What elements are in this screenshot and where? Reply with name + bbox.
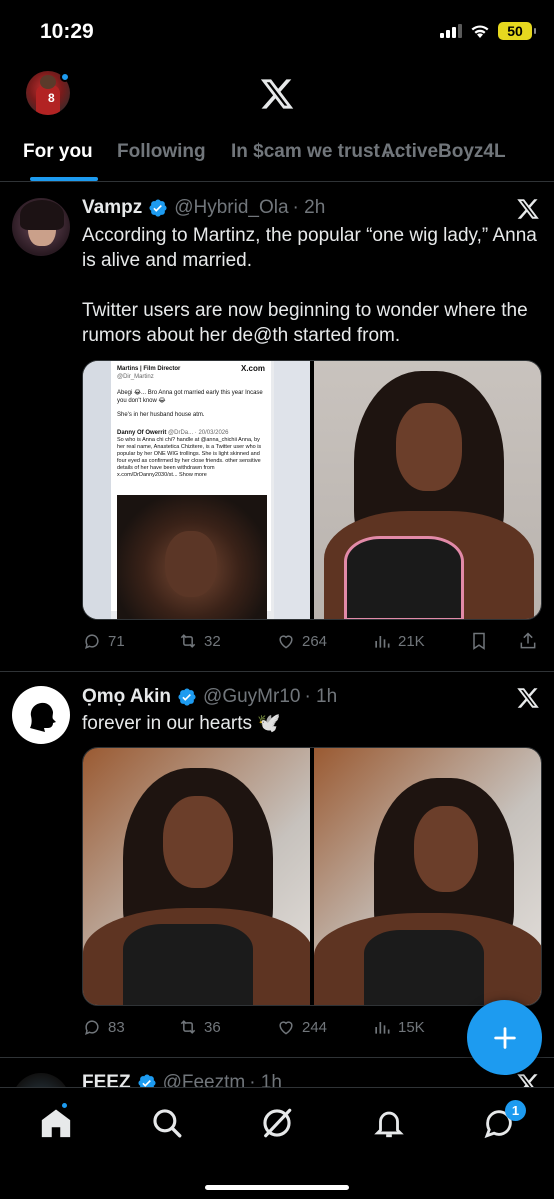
- notification-dot: [60, 72, 70, 82]
- status-time: 10:29: [40, 20, 94, 43]
- share-icon[interactable]: [518, 631, 538, 651]
- repost-count: 36: [204, 1018, 221, 1036]
- messages-badge: 1: [505, 1100, 526, 1121]
- active-tab-indicator: [30, 177, 98, 181]
- compose-post-button[interactable]: [467, 1000, 542, 1075]
- post-handle[interactable]: @GuyMr10: [203, 686, 300, 708]
- x-logo-icon[interactable]: [259, 76, 295, 112]
- views-count: 21K: [398, 632, 425, 650]
- search-icon[interactable]: [150, 1106, 184, 1140]
- repost-button[interactable]: 36: [178, 1012, 221, 1042]
- post[interactable]: Vampz @Hybrid_Ola · 2h According to Mart…: [0, 183, 554, 672]
- post-handle[interactable]: @Hybrid_Ola: [174, 197, 288, 219]
- repost-count: 32: [204, 632, 221, 650]
- embedded-quoted-author: Danny Of Owerrit @DrDa... · 20/03/2026: [117, 430, 229, 436]
- post-author-avatar[interactable]: [12, 198, 70, 256]
- battery-indicator: 50: [498, 22, 536, 40]
- views-button[interactable]: 15K: [372, 1012, 425, 1042]
- embedded-site: X.com: [240, 364, 265, 373]
- notifications-bell-icon[interactable]: [372, 1106, 406, 1140]
- embedded-author: Martins | Film Director: [117, 366, 181, 372]
- views-icon: [375, 636, 390, 648]
- repost-icon: [180, 634, 196, 648]
- silhouette-icon: [30, 702, 56, 732]
- reply-button[interactable]: 71: [82, 626, 125, 656]
- post-author-name[interactable]: Vampz: [82, 197, 142, 219]
- tab-activeboyz4l[interactable]: ActiveBoyz4L: [381, 141, 506, 163]
- embedded-photo: [117, 495, 267, 619]
- post-text: According to Martinz, the popular “one w…: [82, 225, 537, 346]
- embedded-line2: She's in her husband house atm.: [117, 412, 205, 418]
- post-image-portrait[interactable]: [314, 361, 541, 619]
- post-text: forever in our hearts 🕊️: [82, 713, 281, 734]
- post-image-screenshot[interactable]: Martins | Film Director X.com @Dir_Marti…: [83, 361, 310, 619]
- like-button[interactable]: 244: [276, 1012, 327, 1042]
- grok-icon[interactable]: [260, 1106, 294, 1140]
- home-indicator: [205, 1185, 349, 1190]
- post-media[interactable]: [82, 747, 542, 1006]
- home-notification-dot: [60, 1101, 69, 1110]
- reply-count: 71: [108, 632, 125, 650]
- verified-badge-icon: [178, 688, 196, 706]
- like-count: 264: [302, 632, 328, 650]
- views-button[interactable]: 21K: [372, 626, 425, 656]
- plus-icon: [493, 1026, 516, 1049]
- tab-following[interactable]: Following: [117, 141, 206, 163]
- status-bar: 10:29 50: [0, 0, 554, 62]
- views-count: 15K: [398, 1018, 425, 1036]
- embedded-line1: Abegi 😂... Bro Anna got married early th…: [117, 390, 263, 404]
- like-button[interactable]: 264: [276, 626, 327, 656]
- post-author-avatar[interactable]: [12, 686, 70, 744]
- post-time: · 1h: [304, 686, 338, 707]
- post-time: · 2h: [292, 197, 326, 218]
- post-author-name[interactable]: Ọmọ Akin: [82, 686, 171, 708]
- timeline-tabs: For you Following In $cam we trust ... A…: [0, 130, 554, 182]
- app-header: 8: [0, 62, 554, 127]
- views-icon: [375, 1022, 390, 1034]
- post[interactable]: Ọmọ Akin @GuyMr10 · 1h forever in our he…: [0, 672, 554, 1058]
- post-actions: 71 32 264 21K: [82, 626, 542, 656]
- reply-count: 83: [108, 1018, 125, 1036]
- wifi-icon: [471, 25, 489, 38]
- bookmark-icon[interactable]: [469, 631, 489, 651]
- reply-icon: [85, 1020, 99, 1035]
- tab-in-scam-we-trust[interactable]: In $cam we trust ...: [231, 141, 401, 163]
- x-logo-icon[interactable]: [516, 686, 540, 710]
- like-count: 244: [302, 1018, 328, 1036]
- post-image-selfie-right[interactable]: [314, 748, 541, 1005]
- repost-button[interactable]: 32: [178, 626, 221, 656]
- tab-for-you[interactable]: For you: [23, 141, 93, 163]
- reply-button[interactable]: 83: [82, 1012, 125, 1042]
- bottom-navigation: 1: [0, 1087, 554, 1199]
- repost-icon: [180, 1020, 196, 1034]
- status-indicators: 50: [440, 22, 536, 40]
- post-header: Ọmọ Akin @GuyMr10 · 1h: [82, 686, 337, 708]
- heart-icon: [279, 1021, 293, 1035]
- post-image-selfie-left[interactable]: [83, 748, 310, 1005]
- heart-icon: [279, 635, 293, 649]
- x-logo-icon[interactable]: [516, 197, 540, 221]
- home-icon[interactable]: [39, 1106, 73, 1140]
- post-header: Vampz @Hybrid_Ola · 2h: [82, 197, 325, 219]
- embedded-author-handle: @Dir_Martinz: [117, 374, 154, 380]
- cellular-signal-icon: [440, 24, 462, 38]
- reply-icon: [85, 634, 99, 649]
- post-media[interactable]: Martins | Film Director X.com @Dir_Marti…: [82, 360, 542, 620]
- verified-badge-icon: [149, 199, 167, 217]
- embedded-quoted-text: So who is Anna chi chi? handle at @anna_…: [117, 437, 262, 478]
